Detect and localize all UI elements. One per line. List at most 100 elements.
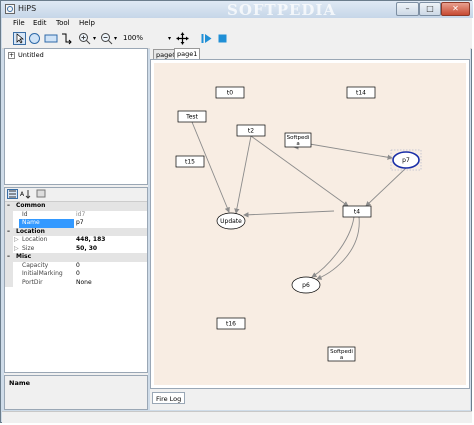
property-gutter [5, 278, 13, 287]
category-collapse-toggle[interactable]: – [7, 228, 10, 237]
zoom-out-button[interactable] [100, 32, 113, 45]
tree-item-untitled[interactable]: Untitled [18, 51, 44, 59]
property-value[interactable]: id7 [76, 211, 85, 220]
tree-expand-toggle[interactable]: + [8, 52, 15, 59]
property-gutter [5, 244, 13, 253]
arc-tool-button[interactable] [60, 32, 73, 45]
property-description: Name [4, 375, 148, 410]
property-row[interactable]: ▷ Location 448, 183 [5, 236, 147, 245]
petri-net-canvas[interactable]: t0 t14 Test t2 Softpedi a t15 t4 t16 Softpedi a p7 U… [154, 63, 466, 385]
category-label: Common [16, 202, 46, 209]
property-row[interactable]: Name p7 [5, 219, 147, 228]
petri-net-diagram[interactable]: t0 t14Testt2Softpedi at15t4t16Softpedi ap7U… [154, 63, 466, 385]
transition-label: t15 [185, 159, 195, 166]
categorized-button[interactable] [7, 189, 18, 199]
category-label: Location [16, 227, 45, 235]
property-name: Size [22, 244, 35, 252]
stop-button[interactable] [216, 32, 229, 45]
property-name: PortDir [22, 278, 43, 286]
zoom-in-icon [79, 33, 91, 45]
property-gutter [5, 261, 13, 270]
fire-log-tab[interactable]: Fire Log [152, 392, 186, 404]
menu-file[interactable]: File [13, 19, 25, 27]
expand-arrow-icon[interactable]: ▷ [14, 245, 19, 254]
property-value[interactable]: 50, 30 [76, 245, 97, 254]
app-icon [5, 4, 15, 14]
property-category[interactable]: – Misc [5, 253, 147, 262]
zoom-in-button[interactable] [78, 32, 91, 45]
menu-edit[interactable]: Edit [33, 19, 47, 27]
category-label: Misc [16, 253, 32, 260]
property-name: Capacity [22, 261, 49, 269]
zoom-out-icon [101, 33, 113, 45]
category-collapse-toggle[interactable]: – [7, 202, 10, 211]
property-value[interactable]: 448, 183 [76, 236, 105, 245]
property-gutter [5, 270, 13, 279]
place-label: p7 [402, 157, 410, 164]
stop-icon [218, 34, 227, 43]
transition-label: t14 [356, 90, 366, 97]
menu-tool[interactable]: Tool [56, 19, 70, 27]
description-title: Name [9, 379, 31, 387]
property-name: Name [22, 219, 40, 226]
property-grid: A – Common Id id7 Name p7– Location ▷ Location 44… [4, 187, 148, 373]
place-label: p6 [302, 282, 310, 289]
property-name: Location [22, 236, 48, 243]
arc-line[interactable] [243, 210, 335, 218]
menu-bar: File Edit Tool Help [2, 18, 472, 30]
property-grid-toolbar: A [5, 188, 147, 202]
property-value[interactable]: 0 [76, 270, 80, 279]
property-category[interactable]: – Common [5, 202, 147, 211]
project-tree[interactable]: + Untitled [4, 48, 148, 185]
category-collapse-toggle[interactable]: – [7, 253, 10, 262]
close-button[interactable]: ✕ [441, 2, 470, 16]
arc-line[interactable] [234, 135, 252, 214]
property-row[interactable]: Capacity 0 [5, 261, 147, 271]
tab-page1[interactable]: page1 [174, 48, 201, 59]
transition-tool-button[interactable] [44, 32, 58, 45]
maximize-button[interactable]: □ [419, 2, 441, 16]
property-value[interactable]: p7 [76, 219, 84, 228]
minimize-button[interactable]: – [396, 2, 419, 16]
arc-line[interactable] [316, 216, 360, 280]
menu-help[interactable]: Help [79, 19, 95, 27]
watermark: SOFTPEDIA [227, 1, 337, 19]
transition-label: t0 [227, 90, 233, 97]
property-name: InitialMarking [22, 270, 63, 277]
zoom-level[interactable]: 100% [123, 34, 143, 42]
editor-panel: page0 page1 t0 t14 Test t2 Softpedi a t15 t4 t16… [150, 48, 470, 410]
pointer-tool-button[interactable] [13, 32, 26, 45]
property-name: Id [22, 210, 28, 218]
property-pages-button[interactable] [36, 189, 47, 199]
zoom-in-dropdown[interactable]: ▾ [93, 32, 99, 45]
property-row[interactable]: InitialMarking 0 [5, 270, 147, 279]
place-label: Update [220, 218, 242, 225]
zoom-level-dropdown[interactable]: ▾ [168, 32, 174, 45]
arc-line[interactable] [297, 141, 393, 160]
transition-label: t2 [248, 128, 254, 135]
app-window: HiPS SOFTPEDIA – □ ✕ File Edit Tool Help… [0, 0, 473, 423]
place-tool-button[interactable] [28, 32, 41, 45]
property-row[interactable]: ▷ Size 50, 30 [5, 244, 147, 254]
property-value[interactable]: None [76, 279, 92, 288]
arc-icon [62, 33, 72, 45]
property-row[interactable]: Id id7 [5, 210, 147, 220]
transition-icon [44, 34, 58, 43]
place-icon [29, 33, 40, 44]
canvas-frame: t0 t14 Test t2 Softpedi a t15 t4 t16 Softpedi a p7 U… [150, 59, 470, 389]
alphabetical-button[interactable]: A [20, 189, 31, 199]
run-button[interactable] [200, 32, 213, 45]
property-gutter [5, 219, 13, 228]
property-category[interactable]: – Location [5, 227, 147, 237]
arc-line[interactable] [311, 216, 355, 278]
property-value[interactable]: 0 [76, 262, 80, 271]
expand-arrow-icon[interactable]: ▷ [14, 236, 19, 245]
zoom-out-dropdown[interactable]: ▾ [114, 32, 120, 45]
pan-tool-button[interactable] [176, 32, 189, 45]
title-bar[interactable]: HiPS SOFTPEDIA – □ ✕ [1, 1, 473, 19]
property-row[interactable]: PortDir None [5, 278, 147, 288]
toolbar: ▾ ▾ 100% ▾ [2, 30, 472, 49]
categorized-icon [9, 190, 16, 198]
arc-line[interactable] [365, 167, 407, 207]
property-gutter [5, 210, 13, 219]
